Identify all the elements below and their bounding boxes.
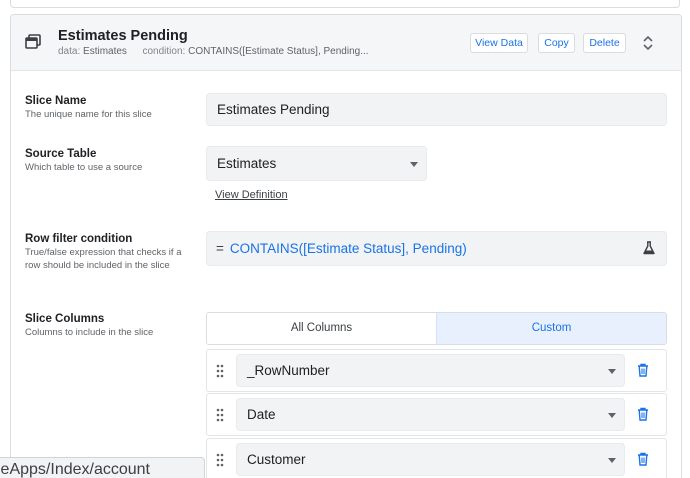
column-name: Date xyxy=(247,407,276,422)
row-filter-expression[interactable]: = CONTAINS([Estimate Status], Pending) xyxy=(206,231,667,266)
row-filter-hint: True/false expression that checks if a r… xyxy=(25,247,182,271)
chevron-down-icon xyxy=(410,161,418,167)
expression-text: CONTAINS([Estimate Status], Pending) xyxy=(229,241,467,256)
trash-icon[interactable] xyxy=(637,452,649,466)
source-table-select[interactable]: Estimates xyxy=(206,146,427,181)
column-select[interactable]: Customer xyxy=(236,443,625,476)
custom-columns-option[interactable]: Custom xyxy=(436,313,666,344)
status-bar-url: leApps/Index/account xyxy=(0,457,205,478)
drag-handle-icon[interactable] xyxy=(216,453,224,467)
drag-handle-icon[interactable] xyxy=(216,364,224,378)
source-table-value: Estimates xyxy=(217,156,277,171)
view-data-button[interactable]: View Data xyxy=(470,33,528,53)
previous-card-edge xyxy=(10,0,680,8)
drag-handle-icon[interactable] xyxy=(216,408,224,422)
meta-data-label: data: xyxy=(58,46,81,57)
chevron-down-icon xyxy=(608,412,616,418)
column-select[interactable]: _RowNumber xyxy=(236,354,625,387)
slice-name-hint: The unique name for this slice xyxy=(25,109,152,120)
slice-card: Estimates Pending data: Estimates condit… xyxy=(10,14,682,478)
unfold-icon[interactable] xyxy=(641,35,655,51)
slice-meta: data: Estimates condition: CONTAINS([Est… xyxy=(58,46,369,57)
column-row: Date xyxy=(206,393,667,436)
chevron-down-icon xyxy=(608,368,616,374)
meta-data-value: Estimates xyxy=(83,46,127,57)
column-row: Customer xyxy=(206,438,667,478)
slice-columns-label: Slice Columns xyxy=(25,313,105,325)
slice-name-label: Slice Name xyxy=(25,95,87,107)
meta-condition-value: CONTAINS([Estimate Status], Pending... xyxy=(188,46,369,57)
column-mode-toggle: All Columns Custom xyxy=(206,312,667,345)
trash-icon[interactable] xyxy=(637,407,649,421)
expression-equals-sign: = xyxy=(216,241,224,256)
source-table-hint: Which table to use a source xyxy=(25,162,143,173)
copy-button[interactable]: Copy xyxy=(538,33,575,53)
column-select[interactable]: Date xyxy=(236,398,625,431)
slice-title: Estimates Pending xyxy=(58,28,188,44)
flask-icon[interactable] xyxy=(642,241,656,255)
chevron-down-icon xyxy=(608,457,616,463)
meta-condition-label: condition: xyxy=(142,46,186,57)
delete-button[interactable]: Delete xyxy=(583,33,626,53)
slice-stack-icon xyxy=(25,34,41,49)
column-name: Customer xyxy=(247,452,306,467)
slice-columns-hint: Columns to include in the slice xyxy=(25,327,154,338)
slice-card-header[interactable]: Estimates Pending data: Estimates condit… xyxy=(11,15,681,71)
trash-icon[interactable] xyxy=(637,363,649,377)
row-filter-label: Row filter condition xyxy=(25,233,133,245)
source-table-label: Source Table xyxy=(25,148,97,160)
all-columns-option[interactable]: All Columns xyxy=(207,313,436,344)
view-definition-link[interactable]: View Definition xyxy=(215,189,288,201)
slice-name-input[interactable]: Estimates Pending xyxy=(206,93,667,126)
column-row: _RowNumber xyxy=(206,349,667,392)
column-name: _RowNumber xyxy=(247,363,330,378)
